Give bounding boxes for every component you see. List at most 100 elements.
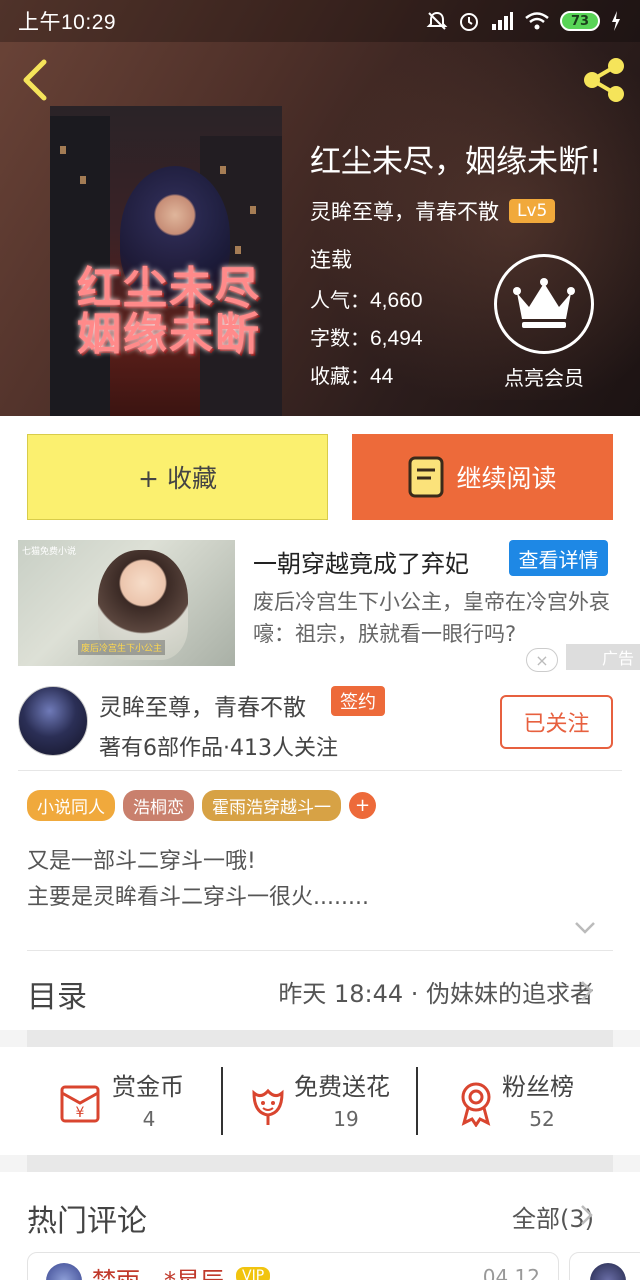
level-badge: Lv5: [509, 199, 556, 223]
book-title: 红尘未尽，姻缘未断!: [310, 144, 602, 180]
tag-list: 小说同人 浩桐恋 霍雨浩穿越斗一 +: [27, 790, 376, 821]
section-gap: [27, 1030, 613, 1047]
latest-chapter[interactable]: 昨天 18:44 · 伪妹妹的追求者: [278, 974, 594, 1009]
gift-free-flower[interactable]: 免费送花 19: [244, 1067, 404, 1137]
stat-label: 字数：: [310, 326, 370, 350]
divider: [27, 950, 613, 951]
tag-item[interactable]: 小说同人: [27, 790, 115, 821]
vip-label[interactable]: 点亮会员: [490, 362, 598, 391]
red-envelope-icon: ¥: [60, 1085, 100, 1123]
hot-comments-section: 热门评论 全部(3) 梦雨、*星辰 VIP 04.12: [0, 1172, 640, 1280]
ad-close-button[interactable]: ×: [526, 648, 558, 672]
gift-label: 免费送花: [294, 1073, 390, 1101]
book-icon: [408, 456, 444, 498]
comment-date: 04.12: [482, 1265, 540, 1280]
gift-gold-coin[interactable]: ¥ 赏金币 4: [56, 1067, 196, 1137]
wifi-icon: [525, 12, 549, 30]
ad-banner[interactable]: 七猫免费小说 废后冷宫生下小公主 一朝穿越竟成了弃妃 查看详情 废后冷宫生下小公…: [0, 538, 640, 676]
stat-value: 4,660: [370, 289, 423, 312]
ad-image[interactable]: 七猫免费小说 废后冷宫生下小公主: [18, 540, 235, 666]
chevron-right-icon: [581, 981, 593, 1001]
table-of-contents-row[interactable]: 目录 昨天 18:44 · 伪妹妹的追求者: [0, 950, 640, 1030]
ad-description: 废后冷宫生下小公主，皇帝在冷宫外哀嚎：祖宗，朕就看一眼行吗?: [253, 590, 610, 646]
add-tag-button[interactable]: +: [349, 792, 376, 819]
vip-badge: VIP: [236, 1267, 271, 1280]
ad-caption: 废后冷宫生下小公主: [78, 640, 166, 655]
comment-card[interactable]: [569, 1252, 640, 1280]
book-hero: 上午10:29 73 红尘未尽 姻缘未断 红尘未尽，姻缘未断! 灵眸至尊，青春不…: [0, 0, 640, 416]
commenter-avatar[interactable]: [590, 1263, 626, 1280]
toc-chevron: [580, 980, 594, 1006]
collect-button[interactable]: + 收藏: [27, 434, 328, 520]
share-icon: [584, 58, 624, 102]
stat-word-count: 字数：6,494: [310, 322, 423, 351]
tag-item[interactable]: 霍雨浩穿越斗一: [202, 790, 341, 821]
tag-item[interactable]: 浩桐恋: [123, 790, 194, 821]
battery-indicator: 73: [560, 11, 600, 31]
signal-icon: [492, 12, 513, 30]
stat-label: 收藏：: [310, 364, 370, 388]
intro-line: 主要是灵眸看斗二穿斗一很火........: [27, 885, 369, 910]
charging-icon: [612, 11, 620, 31]
author-meta: 著有6部作品·413人关注: [99, 736, 338, 761]
ad-detail-button[interactable]: 查看详情: [509, 540, 608, 576]
svg-text:¥: ¥: [76, 1105, 85, 1121]
cover-title: 红尘未尽 姻缘未断: [77, 263, 261, 360]
gift-label: 粉丝榜: [502, 1073, 574, 1101]
stat-popularity: 人气：4,660: [310, 284, 423, 313]
expand-intro-button[interactable]: [574, 920, 596, 939]
divider: [416, 1067, 418, 1135]
author-avatar[interactable]: [18, 686, 88, 756]
continue-reading-button[interactable]: 继续阅读: [352, 434, 613, 520]
crown-icon: [513, 278, 575, 328]
status-icons: 73: [426, 10, 622, 32]
book-cover[interactable]: 红尘未尽 姻缘未断: [50, 106, 282, 416]
vip-button[interactable]: [494, 254, 594, 354]
gift-count: 19: [333, 1107, 359, 1131]
status-time: 上午10:29: [18, 11, 117, 34]
ad-logo: 七猫免费小说: [22, 547, 77, 557]
commenter-avatar[interactable]: [46, 1263, 82, 1280]
intro-line: 又是一部斗二穿斗一哦!: [27, 849, 256, 874]
stat-value: 6,494: [370, 327, 423, 350]
comment-card[interactable]: 梦雨、*星辰 VIP 04.12: [27, 1252, 559, 1280]
all-comments-chevron: [580, 1204, 594, 1230]
serial-status: 连载: [310, 248, 352, 272]
chevron-right-icon: [581, 1205, 593, 1225]
status-bar: 上午10:29 73: [0, 0, 640, 42]
book-author[interactable]: 灵眸至尊，青春不散: [310, 196, 499, 226]
back-button[interactable]: [16, 56, 56, 104]
divider: [221, 1067, 223, 1135]
alarm-icon: [460, 13, 478, 31]
follow-button[interactable]: 已关注: [500, 695, 613, 749]
gift-count: 4: [142, 1107, 156, 1131]
divider: [18, 770, 622, 771]
stat-favorites: 收藏：44: [310, 360, 393, 389]
mute-bell-icon: [426, 11, 448, 30]
gift-bar: ¥ 赏金币 4 免费送花 19 粉丝榜 52: [0, 1047, 640, 1155]
book-intro[interactable]: 又是一部斗二穿斗一哦! 主要是灵眸看斗二穿斗一很火........: [27, 844, 369, 916]
continue-reading-label: 继续阅读: [456, 464, 557, 493]
flower-icon: [252, 1088, 284, 1125]
share-button[interactable]: [578, 54, 630, 106]
chevron-down-icon: [575, 922, 595, 934]
stat-label: 人气：: [310, 288, 370, 312]
cover-window: [80, 176, 86, 184]
hot-comments-title: 热门评论: [27, 1204, 147, 1239]
author-name[interactable]: 灵眸至尊，青春不散: [99, 688, 306, 722]
cover-window: [220, 166, 226, 174]
stat-value: 44: [370, 365, 394, 388]
toc-label: 目录: [27, 980, 87, 1015]
gift-label: 赏金币: [112, 1073, 184, 1101]
book-author-line: 灵眸至尊，青春不散 Lv5: [310, 196, 556, 226]
chevron-left-icon: [23, 59, 47, 101]
action-bar: + 收藏 继续阅读: [0, 416, 640, 538]
section-gap: [27, 1155, 613, 1172]
ad-title[interactable]: 一朝穿越竟成了弃妃: [253, 544, 499, 579]
commenter-name[interactable]: 梦雨、*星辰: [92, 1261, 224, 1280]
ad-tag: 广告: [566, 644, 640, 670]
gift-fan-ranking[interactable]: 粉丝榜 52: [452, 1067, 592, 1137]
medal-icon: [461, 1082, 491, 1127]
signed-badge: 签约: [331, 686, 385, 716]
author-section: 灵眸至尊，青春不散 签约 著有6部作品·413人关注 已关注 小说同人 浩桐恋 …: [0, 676, 640, 950]
